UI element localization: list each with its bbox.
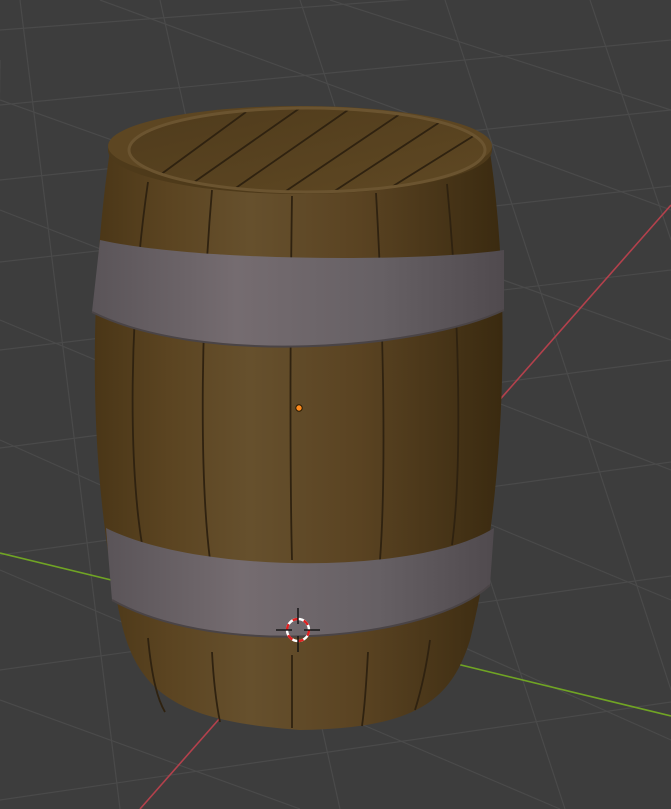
3d-viewport[interactable]: [0, 0, 671, 809]
object-origin-marker[interactable]: [295, 404, 303, 412]
